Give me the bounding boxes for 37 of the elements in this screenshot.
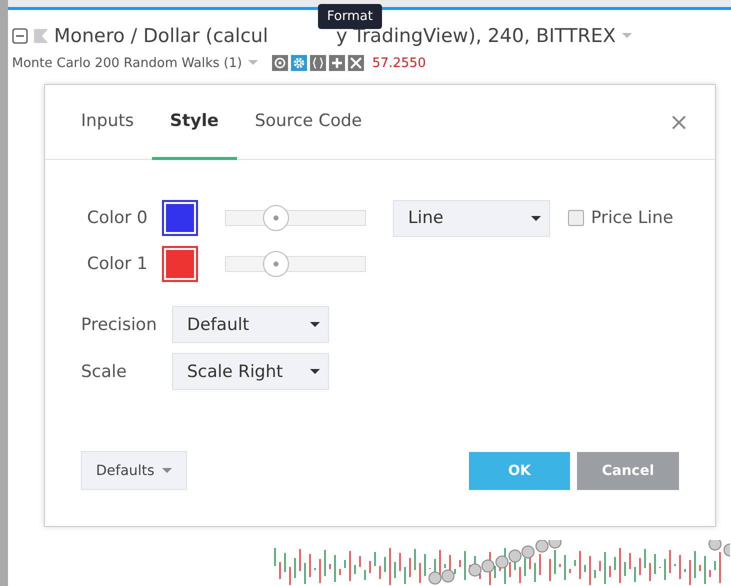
tab[interactable]: Style (152, 85, 237, 160)
tab[interactable]: Inputs (63, 85, 152, 160)
defaults-button[interactable]: Defaults (81, 451, 188, 490)
collapse-icon[interactable] (12, 28, 28, 44)
tooltip: Format (318, 4, 382, 29)
checkbox-label[interactable]: Price Line (591, 208, 674, 228)
caret-icon (531, 216, 541, 220)
opacity-slider[interactable] (225, 251, 366, 277)
caret-icon (162, 468, 172, 473)
indicator-value: 57.2550 (372, 56, 426, 70)
flag-icon (34, 28, 48, 44)
color-swatch[interactable] (162, 200, 198, 236)
close-button[interactable]: × (668, 108, 689, 136)
caret-icon (310, 322, 320, 327)
plus-icon[interactable] (329, 55, 346, 71)
caret-icon[interactable] (248, 60, 258, 66)
plot-type-dropdown[interactable]: Line (393, 200, 550, 236)
series-title: Monero / Dollar (calcul (54, 25, 268, 47)
color-swatch[interactable] (162, 246, 198, 282)
slider-thumb[interactable] (262, 205, 289, 231)
slider-thumb[interactable] (262, 251, 289, 277)
color-label: Color 0 (87, 208, 149, 228)
color-label: Color 1 (87, 254, 149, 274)
option-dropdown[interactable]: Default (172, 306, 329, 343)
caret-icon (310, 369, 320, 374)
braces-icon[interactable] (310, 55, 326, 71)
eye-icon[interactable] (272, 55, 288, 71)
checkbox[interactable] (568, 210, 584, 226)
option-label: Precision (81, 314, 158, 334)
caret-icon[interactable] (622, 33, 632, 39)
option-dropdown[interactable]: Scale Right (172, 353, 329, 390)
settings-icon[interactable] (291, 55, 308, 71)
tab[interactable]: Source Code (236, 85, 380, 160)
close-icon[interactable] (348, 55, 364, 71)
option-label: Scale (81, 362, 128, 382)
opacity-slider[interactable] (225, 205, 366, 231)
indicator-name[interactable]: Monte Carlo 200 Random Walks (1) (12, 56, 242, 70)
